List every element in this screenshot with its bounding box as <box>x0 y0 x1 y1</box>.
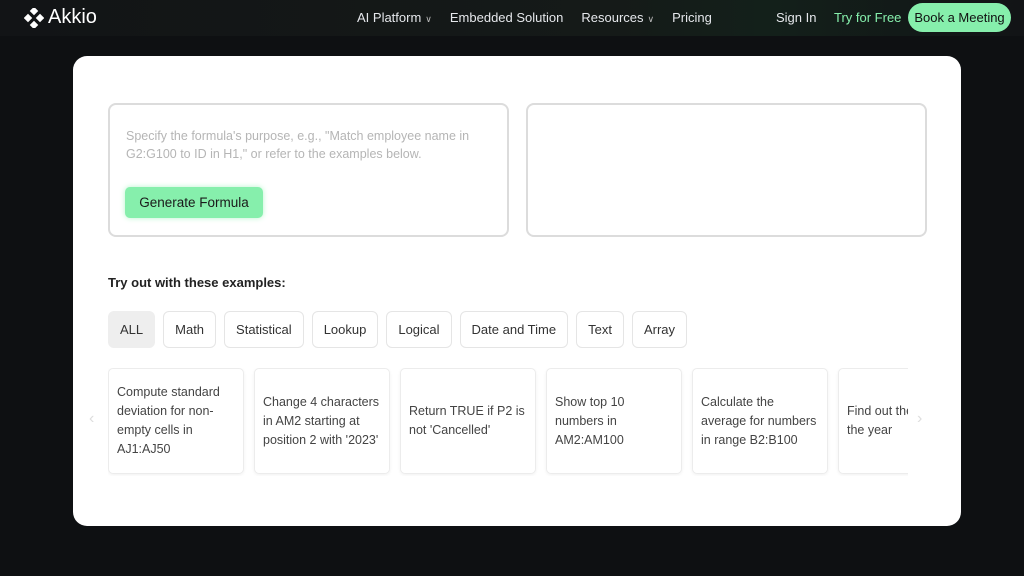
example-card[interactable]: Compute standard deviation for non-empty… <box>108 368 244 474</box>
generate-formula-button[interactable]: Generate Formula <box>125 187 263 218</box>
try-free-link[interactable]: Try for Free <box>834 10 901 25</box>
chevron-left-icon[interactable]: ‹ <box>89 410 94 428</box>
nav-embedded-solution[interactable]: Embedded Solution <box>450 10 563 25</box>
example-card[interactable]: Calculate the average for numbers in ran… <box>692 368 828 474</box>
formula-generator-card: Specify the formula's purpose, e.g., "Ma… <box>73 56 961 526</box>
chevron-down-icon: ∨ <box>647 14 655 24</box>
nav-pricing[interactable]: Pricing <box>672 10 712 25</box>
tab-logical[interactable]: Logical <box>386 311 452 348</box>
example-carousel: Compute standard deviation for non-empty… <box>108 368 908 476</box>
example-card[interactable]: Show top 10 numbers in AM2:AM100 <box>546 368 682 474</box>
brand-name: Akkio <box>48 6 97 28</box>
brand-logo[interactable]: Akkio <box>24 6 97 29</box>
nav-label: AI Platform <box>357 10 422 25</box>
chevron-right-icon[interactable]: › <box>917 410 922 428</box>
nav-label: Resources <box>581 10 644 25</box>
tab-text[interactable]: Text <box>576 311 624 348</box>
sign-in-link[interactable]: Sign In <box>776 10 816 25</box>
akkio-logo-icon <box>24 7 44 28</box>
chevron-down-icon: ∨ <box>425 14 432 24</box>
tab-date-and-time[interactable]: Date and Time <box>459 311 569 348</box>
example-card[interactable]: Change 4 characters in AM2 starting at p… <box>254 368 390 474</box>
tab-array[interactable]: Array <box>631 311 687 348</box>
book-meeting-button[interactable]: Book a Meeting <box>908 3 1011 32</box>
formula-output <box>526 103 927 237</box>
tab-lookup[interactable]: Lookup <box>311 311 379 348</box>
example-card[interactable]: Return TRUE if P2 is not 'Cancelled' <box>400 368 536 474</box>
category-tabs: ALL Math Statistical Lookup Logical Date… <box>108 311 687 348</box>
nav-ai-platform[interactable]: AI Platform ∨ <box>357 10 432 25</box>
tab-math[interactable]: Math <box>163 311 217 348</box>
example-card[interactable]: Find out the day of the year <box>838 368 908 474</box>
nav-resources[interactable]: Resources ∨ <box>581 10 654 25</box>
tab-all[interactable]: ALL <box>108 311 156 348</box>
tab-statistical[interactable]: Statistical <box>224 311 304 348</box>
formula-input-placeholder: Specify the formula's purpose, e.g., "Ma… <box>126 129 470 161</box>
formula-input[interactable]: Specify the formula's purpose, e.g., "Ma… <box>108 103 509 237</box>
top-nav: Akkio AI Platform ∨ Embedded Solution Res… <box>0 0 1024 36</box>
examples-heading: Try out with these examples: <box>108 275 286 290</box>
